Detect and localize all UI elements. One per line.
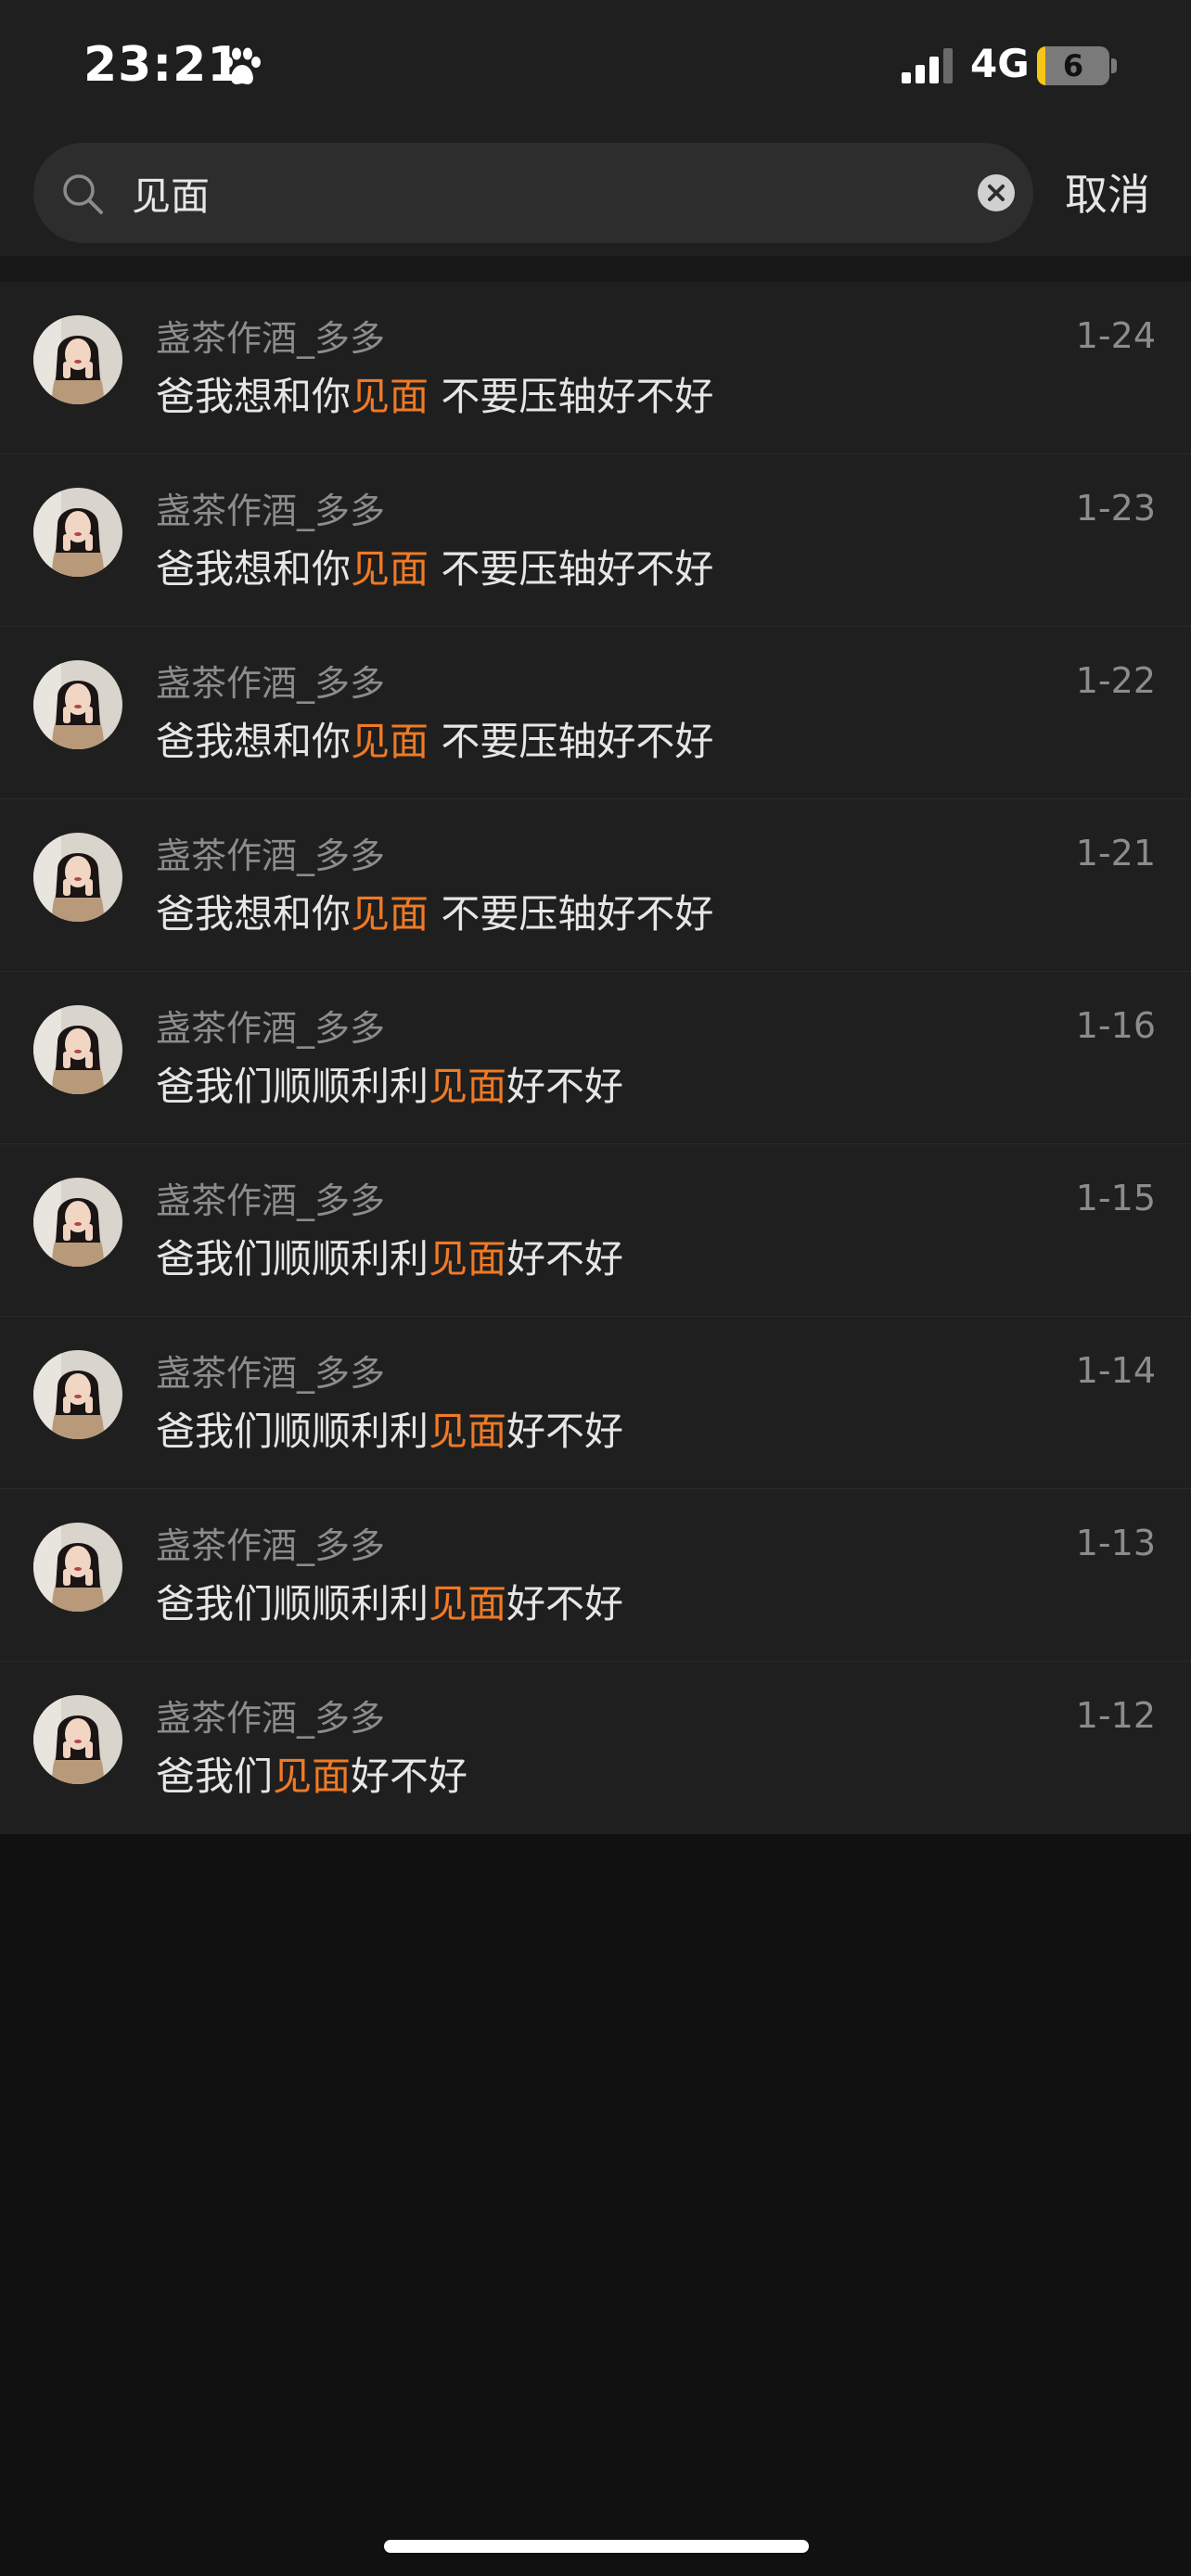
status-time: 23:21 bbox=[83, 37, 242, 93]
message-text: 爸我们顺顺利利 bbox=[156, 1064, 429, 1109]
message-text: 爸我们顺顺利利 bbox=[156, 1236, 429, 1282]
avatar[interactable] bbox=[33, 1523, 122, 1612]
message-text: 爸我想和你 bbox=[156, 374, 352, 419]
message-snippet: 爸我想和你见面 不要压轴好不好 bbox=[156, 365, 713, 422]
highlighted-keyword: 见面 bbox=[351, 719, 429, 764]
highlighted-keyword: 见面 bbox=[351, 546, 429, 592]
battery-level: 6 bbox=[1062, 48, 1084, 83]
home-indicator[interactable] bbox=[384, 2540, 809, 2553]
message-snippet: 爸我们顺顺利利见面好不好 bbox=[156, 1573, 623, 1629]
avatar[interactable] bbox=[33, 833, 122, 922]
search-icon bbox=[63, 174, 103, 214]
avatar[interactable] bbox=[33, 1350, 122, 1439]
avatar[interactable] bbox=[33, 1695, 122, 1784]
search-bar: 取消 bbox=[0, 130, 1191, 256]
message-text: 爸我想和你 bbox=[156, 546, 352, 592]
message-date: 1-13 bbox=[1075, 1523, 1156, 1563]
avatar[interactable] bbox=[33, 488, 122, 577]
sender-name: 盏茶作酒_多多 bbox=[156, 318, 386, 359]
message-text: 好不好 bbox=[351, 1753, 468, 1799]
message-text: 爸我想和你 bbox=[156, 719, 352, 764]
message-text: 好不好 bbox=[506, 1581, 624, 1626]
search-result-row[interactable]: 盏茶作酒_多多 1-13 爸我们顺顺利利见面好不好 bbox=[0, 1489, 1191, 1662]
search-result-row[interactable]: 盏茶作酒_多多 1-15 爸我们顺顺利利见面好不好 bbox=[0, 1144, 1191, 1317]
avatar[interactable] bbox=[33, 660, 122, 749]
search-result-row[interactable]: 盏茶作酒_多多 1-14 爸我们顺顺利利见面好不好 bbox=[0, 1317, 1191, 1489]
message-date: 1-12 bbox=[1075, 1695, 1156, 1736]
search-result-row[interactable]: 盏茶作酒_多多 1-16 爸我们顺顺利利见面好不好 bbox=[0, 972, 1191, 1144]
avatar[interactable] bbox=[33, 1005, 122, 1094]
search-result-row[interactable]: 盏茶作酒_多多 1-24 爸我想和你见面 不要压轴好不好 bbox=[0, 282, 1191, 454]
message-text: 爸我们顺顺利利 bbox=[156, 1409, 429, 1454]
sender-name: 盏茶作酒_多多 bbox=[156, 1698, 386, 1739]
search-result-row[interactable]: 盏茶作酒_多多 1-21 爸我想和你见面 不要压轴好不好 bbox=[0, 799, 1191, 972]
message-snippet: 爸我们顺顺利利见面好不好 bbox=[156, 1228, 623, 1284]
avatar[interactable] bbox=[33, 1178, 122, 1267]
highlighted-keyword: 见面 bbox=[429, 1064, 507, 1109]
message-text: 不要压轴好不好 bbox=[429, 719, 714, 764]
message-date: 1-14 bbox=[1075, 1350, 1156, 1391]
message-date: 1-15 bbox=[1075, 1178, 1156, 1218]
message-text: 好不好 bbox=[506, 1064, 624, 1109]
message-snippet: 爸我们顺顺利利见面好不好 bbox=[156, 1055, 623, 1112]
paw-icon bbox=[224, 47, 261, 84]
search-result-row[interactable]: 盏茶作酒_多多 1-22 爸我想和你见面 不要压轴好不好 bbox=[0, 627, 1191, 799]
message-date: 1-22 bbox=[1075, 660, 1156, 701]
cancel-button[interactable]: 取消 bbox=[1065, 161, 1150, 223]
message-date: 1-21 bbox=[1075, 833, 1156, 874]
message-text: 好不好 bbox=[506, 1236, 624, 1282]
message-text: 好不好 bbox=[506, 1409, 624, 1454]
message-text: 爸我想和你 bbox=[156, 891, 352, 937]
message-text: 爸我们顺顺利利 bbox=[156, 1581, 429, 1626]
highlighted-keyword: 见面 bbox=[351, 374, 429, 419]
signal-icon bbox=[902, 48, 953, 83]
sender-name: 盏茶作酒_多多 bbox=[156, 1525, 386, 1566]
section-divider bbox=[0, 256, 1191, 282]
message-text: 不要压轴好不好 bbox=[429, 546, 714, 592]
search-field[interactable] bbox=[33, 143, 1033, 243]
status-bar: 23:21 4G 6 bbox=[0, 0, 1191, 130]
clear-search-icon[interactable] bbox=[976, 172, 1017, 213]
message-snippet: 爸我想和你见面 不要压轴好不好 bbox=[156, 538, 713, 594]
sender-name: 盏茶作酒_多多 bbox=[156, 1008, 386, 1049]
message-text: 不要压轴好不好 bbox=[429, 891, 714, 937]
highlighted-keyword: 见面 bbox=[351, 891, 429, 937]
sender-name: 盏茶作酒_多多 bbox=[156, 1180, 386, 1221]
message-date: 1-23 bbox=[1075, 488, 1156, 529]
avatar[interactable] bbox=[33, 315, 122, 404]
message-snippet: 爸我想和你见面 不要压轴好不好 bbox=[156, 710, 713, 767]
message-snippet: 爸我们见面好不好 bbox=[156, 1745, 467, 1802]
search-results-list: 盏茶作酒_多多 1-24 爸我想和你见面 不要压轴好不好 盏茶作酒_多多 1-2… bbox=[0, 282, 1191, 1834]
search-result-row[interactable]: 盏茶作酒_多多 1-12 爸我们见面好不好 bbox=[0, 1662, 1191, 1834]
message-text: 爸我们 bbox=[156, 1753, 274, 1799]
message-text: 不要压轴好不好 bbox=[429, 374, 714, 419]
highlighted-keyword: 见面 bbox=[429, 1236, 507, 1282]
message-snippet: 爸我想和你见面 不要压轴好不好 bbox=[156, 883, 713, 939]
highlighted-keyword: 见面 bbox=[429, 1581, 507, 1626]
search-input[interactable] bbox=[130, 163, 965, 223]
highlighted-keyword: 见面 bbox=[429, 1409, 507, 1454]
sender-name: 盏茶作酒_多多 bbox=[156, 1353, 386, 1394]
highlighted-keyword: 见面 bbox=[273, 1753, 352, 1799]
sender-name: 盏茶作酒_多多 bbox=[156, 491, 386, 531]
message-date: 1-24 bbox=[1075, 315, 1156, 356]
battery-icon: 6 bbox=[1037, 46, 1117, 85]
sender-name: 盏茶作酒_多多 bbox=[156, 663, 386, 704]
message-snippet: 爸我们顺顺利利见面好不好 bbox=[156, 1400, 623, 1457]
sender-name: 盏茶作酒_多多 bbox=[156, 835, 386, 876]
network-type: 4G bbox=[970, 41, 1030, 86]
message-date: 1-16 bbox=[1075, 1005, 1156, 1046]
search-result-row[interactable]: 盏茶作酒_多多 1-23 爸我想和你见面 不要压轴好不好 bbox=[0, 454, 1191, 627]
